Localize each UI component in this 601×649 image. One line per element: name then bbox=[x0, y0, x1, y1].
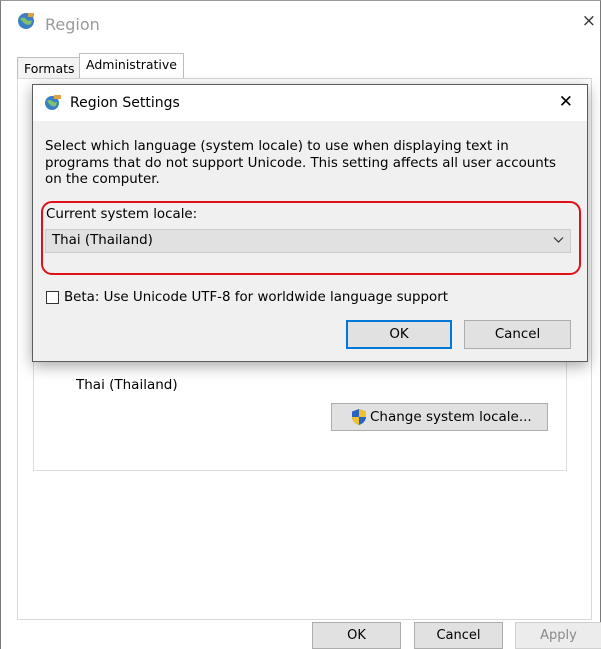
beta-utf8-option[interactable]: Beta: Use Unicode UTF-8 for worldwide la… bbox=[46, 290, 448, 305]
current-locale-text: Thai (Thailand) bbox=[76, 377, 178, 393]
beta-utf8-label: Beta: Use Unicode UTF-8 for worldwide la… bbox=[64, 290, 448, 305]
dialog-description: Select which language (system locale) to… bbox=[45, 139, 556, 187]
ok-button[interactable]: OK bbox=[312, 622, 401, 649]
locale-highlight-annotation bbox=[41, 201, 581, 275]
shield-icon bbox=[352, 409, 366, 425]
dialog-title: Region Settings bbox=[70, 95, 180, 111]
dialog-ok-button[interactable]: OK bbox=[346, 320, 452, 349]
cancel-button[interactable]: Cancel bbox=[414, 622, 503, 649]
dialog-cancel-button[interactable]: Cancel bbox=[464, 320, 571, 349]
dialog-close-button[interactable]: ✕ bbox=[559, 92, 573, 112]
tab-administrative[interactable]: Administrative bbox=[79, 53, 184, 80]
globe-icon bbox=[18, 13, 34, 29]
change-system-locale-button[interactable]: Change system locale... bbox=[331, 403, 548, 431]
globe-icon bbox=[45, 95, 61, 110]
change-system-locale-label: Change system locale... bbox=[370, 409, 532, 425]
apply-button[interactable]: Apply bbox=[515, 622, 601, 649]
region-titlebar: Region × bbox=[1, 1, 600, 45]
dialog-titlebar: Region Settings ✕ bbox=[33, 85, 587, 121]
beta-utf8-checkbox[interactable] bbox=[46, 291, 59, 304]
tab-formats[interactable]: Formats bbox=[17, 57, 82, 79]
window-close-button[interactable]: × bbox=[582, 11, 596, 31]
window-title: Region bbox=[45, 15, 100, 34]
